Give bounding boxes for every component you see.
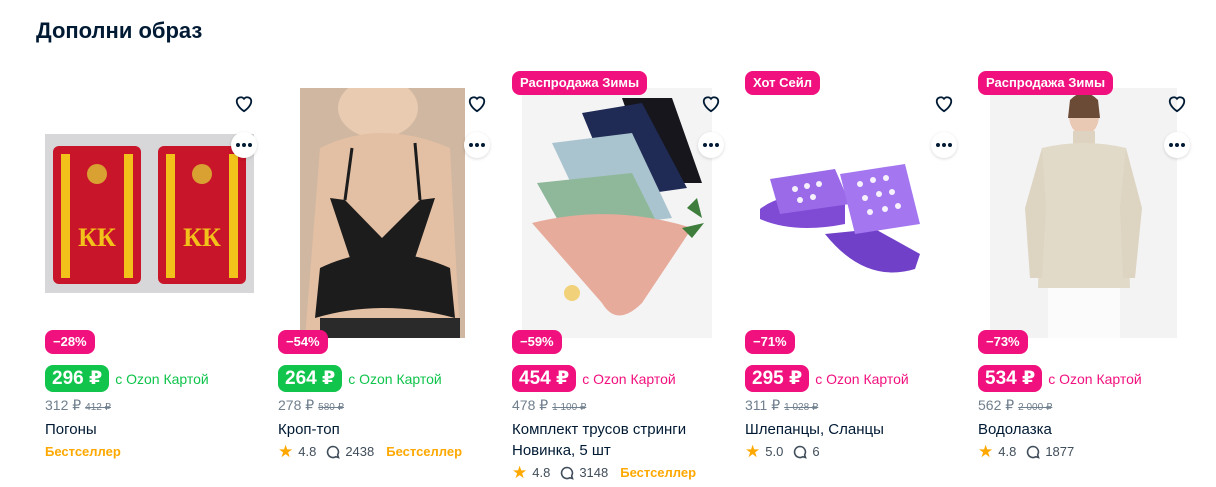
discount-badge: −28% xyxy=(45,330,95,354)
more-options-icon[interactable] xyxy=(1164,132,1190,158)
card-price: 295 ₽ xyxy=(745,365,810,392)
card-price-label: с Ozon Картой xyxy=(1048,370,1142,387)
favorite-heart-icon[interactable] xyxy=(464,90,490,116)
crossed-price: 580 ₽ xyxy=(318,402,344,413)
product-name-line: Погоны xyxy=(45,421,97,438)
svg-text:КК: КК xyxy=(183,223,221,252)
product-image[interactable] xyxy=(522,88,712,338)
product-image[interactable] xyxy=(300,88,465,338)
discount-badge: −73% xyxy=(978,330,1028,354)
rating-row: ★ 5.0 6 xyxy=(745,443,820,460)
card-price: 534 ₽ xyxy=(978,365,1043,392)
discount-badge: −59% xyxy=(512,330,562,354)
product-card[interactable]: КК КК −28% 296 ₽ с Ozon Картой 312 ₽ 412… xyxy=(45,68,257,483)
product-image[interactable]: КК КК xyxy=(45,134,254,293)
favorite-heart-icon[interactable] xyxy=(1164,90,1190,116)
rating-row: ★ 4.8 3148 Бестселлер xyxy=(512,464,696,481)
regular-price: 478 ₽ xyxy=(512,397,549,413)
regular-price: 311 ₽ xyxy=(745,397,781,413)
product-card[interactable]: Хот Сейл −71% 295 ₽ с Ozon Картой 311 ₽ … xyxy=(745,68,957,483)
section-title: Дополни образ xyxy=(36,18,203,43)
regular-price: 562 ₽ xyxy=(978,397,1015,413)
comment-icon xyxy=(1026,445,1041,459)
promo-badge: Хот Сейл xyxy=(745,71,820,95)
favorite-heart-icon[interactable] xyxy=(698,90,724,116)
comment-icon xyxy=(326,445,341,459)
card-price-label: с Ozon Картой xyxy=(815,370,909,387)
product-image[interactable] xyxy=(990,88,1177,338)
reviews-count: 2438 xyxy=(345,444,375,459)
favorite-heart-icon[interactable] xyxy=(231,90,257,116)
regular-price: 278 ₽ xyxy=(278,397,315,413)
comment-icon xyxy=(560,466,575,480)
product-name[interactable]: Шлепанцы, Сланцы xyxy=(745,419,957,440)
product-name-line: Шлепанцы, Сланцы xyxy=(745,421,884,438)
product-name[interactable]: Комплект трусов стринги Новинка, 5 шт xyxy=(512,419,724,461)
more-options-icon[interactable] xyxy=(931,132,957,158)
favorite-heart-icon[interactable] xyxy=(931,90,957,116)
reviews-count: 3148 xyxy=(579,465,609,480)
bestseller-badge: Бестселлер xyxy=(386,444,463,459)
star-icon: ★ xyxy=(745,442,761,461)
product-name[interactable]: Кроп-топ xyxy=(278,419,490,440)
product-name-line: Новинка, 5 шт xyxy=(512,442,611,459)
rating-value: 4.8 xyxy=(532,465,551,480)
star-icon: ★ xyxy=(512,463,528,482)
card-price: 264 ₽ xyxy=(278,365,343,392)
comment-icon xyxy=(793,445,808,459)
product-name-line: Кроп-топ xyxy=(278,421,340,438)
promo-badge: Распродажа Зимы xyxy=(978,71,1114,95)
svg-text:КК: КК xyxy=(78,223,116,252)
crossed-price: 1 028 ₽ xyxy=(784,402,819,413)
card-price-label: с Ozon Картой xyxy=(582,370,676,387)
crossed-price: 2 000 ₽ xyxy=(1018,402,1053,413)
discount-badge: −54% xyxy=(278,330,328,354)
product-name[interactable]: Погоны xyxy=(45,419,257,440)
rating-value: 4.8 xyxy=(298,444,317,459)
bestseller-badge: Бестселлер xyxy=(45,444,121,459)
product-card[interactable]: Распродажа Зимы −73% 534 ₽ с Ozon Картой… xyxy=(978,68,1190,483)
rating-value: 5.0 xyxy=(765,444,784,459)
card-price-label: с Ozon Картой xyxy=(348,370,442,387)
discount-badge: −71% xyxy=(745,330,795,354)
rating-row: ★ 4.8 1877 xyxy=(978,443,1074,460)
regular-price: 312 ₽ xyxy=(45,397,82,413)
star-icon: ★ xyxy=(978,442,994,461)
product-name-line: Водолазка xyxy=(978,421,1052,438)
rating-row: ★ 4.8 2438 Бестселлер xyxy=(278,443,462,460)
bestseller-badge: Бестселлер xyxy=(620,465,697,480)
card-price: 296 ₽ xyxy=(45,365,110,392)
product-card[interactable]: Распродажа Зимы −59% 454 ₽ с Ozon Картой… xyxy=(512,68,724,483)
reviews-count: 6 xyxy=(812,444,820,459)
crossed-price: 1 100 ₽ xyxy=(552,402,587,413)
more-options-icon[interactable] xyxy=(698,132,724,158)
crossed-price: 412 ₽ xyxy=(85,402,111,413)
card-price-label: с Ozon Картой xyxy=(115,370,209,387)
product-card[interactable]: −54% 264 ₽ с Ozon Картой 278 ₽ 580 ₽ Кро… xyxy=(278,68,490,483)
more-options-icon[interactable] xyxy=(464,132,490,158)
star-icon: ★ xyxy=(278,442,294,461)
promo-badge: Распродажа Зимы xyxy=(512,71,648,95)
product-name-line: Комплект трусов стринги xyxy=(512,421,687,438)
product-image[interactable] xyxy=(745,134,955,294)
reviews-count: 1877 xyxy=(1045,444,1075,459)
more-options-icon[interactable] xyxy=(231,132,257,158)
rating-value: 4.8 xyxy=(998,444,1017,459)
product-name[interactable]: Водолазка xyxy=(978,419,1190,440)
card-price: 454 ₽ xyxy=(512,365,577,392)
